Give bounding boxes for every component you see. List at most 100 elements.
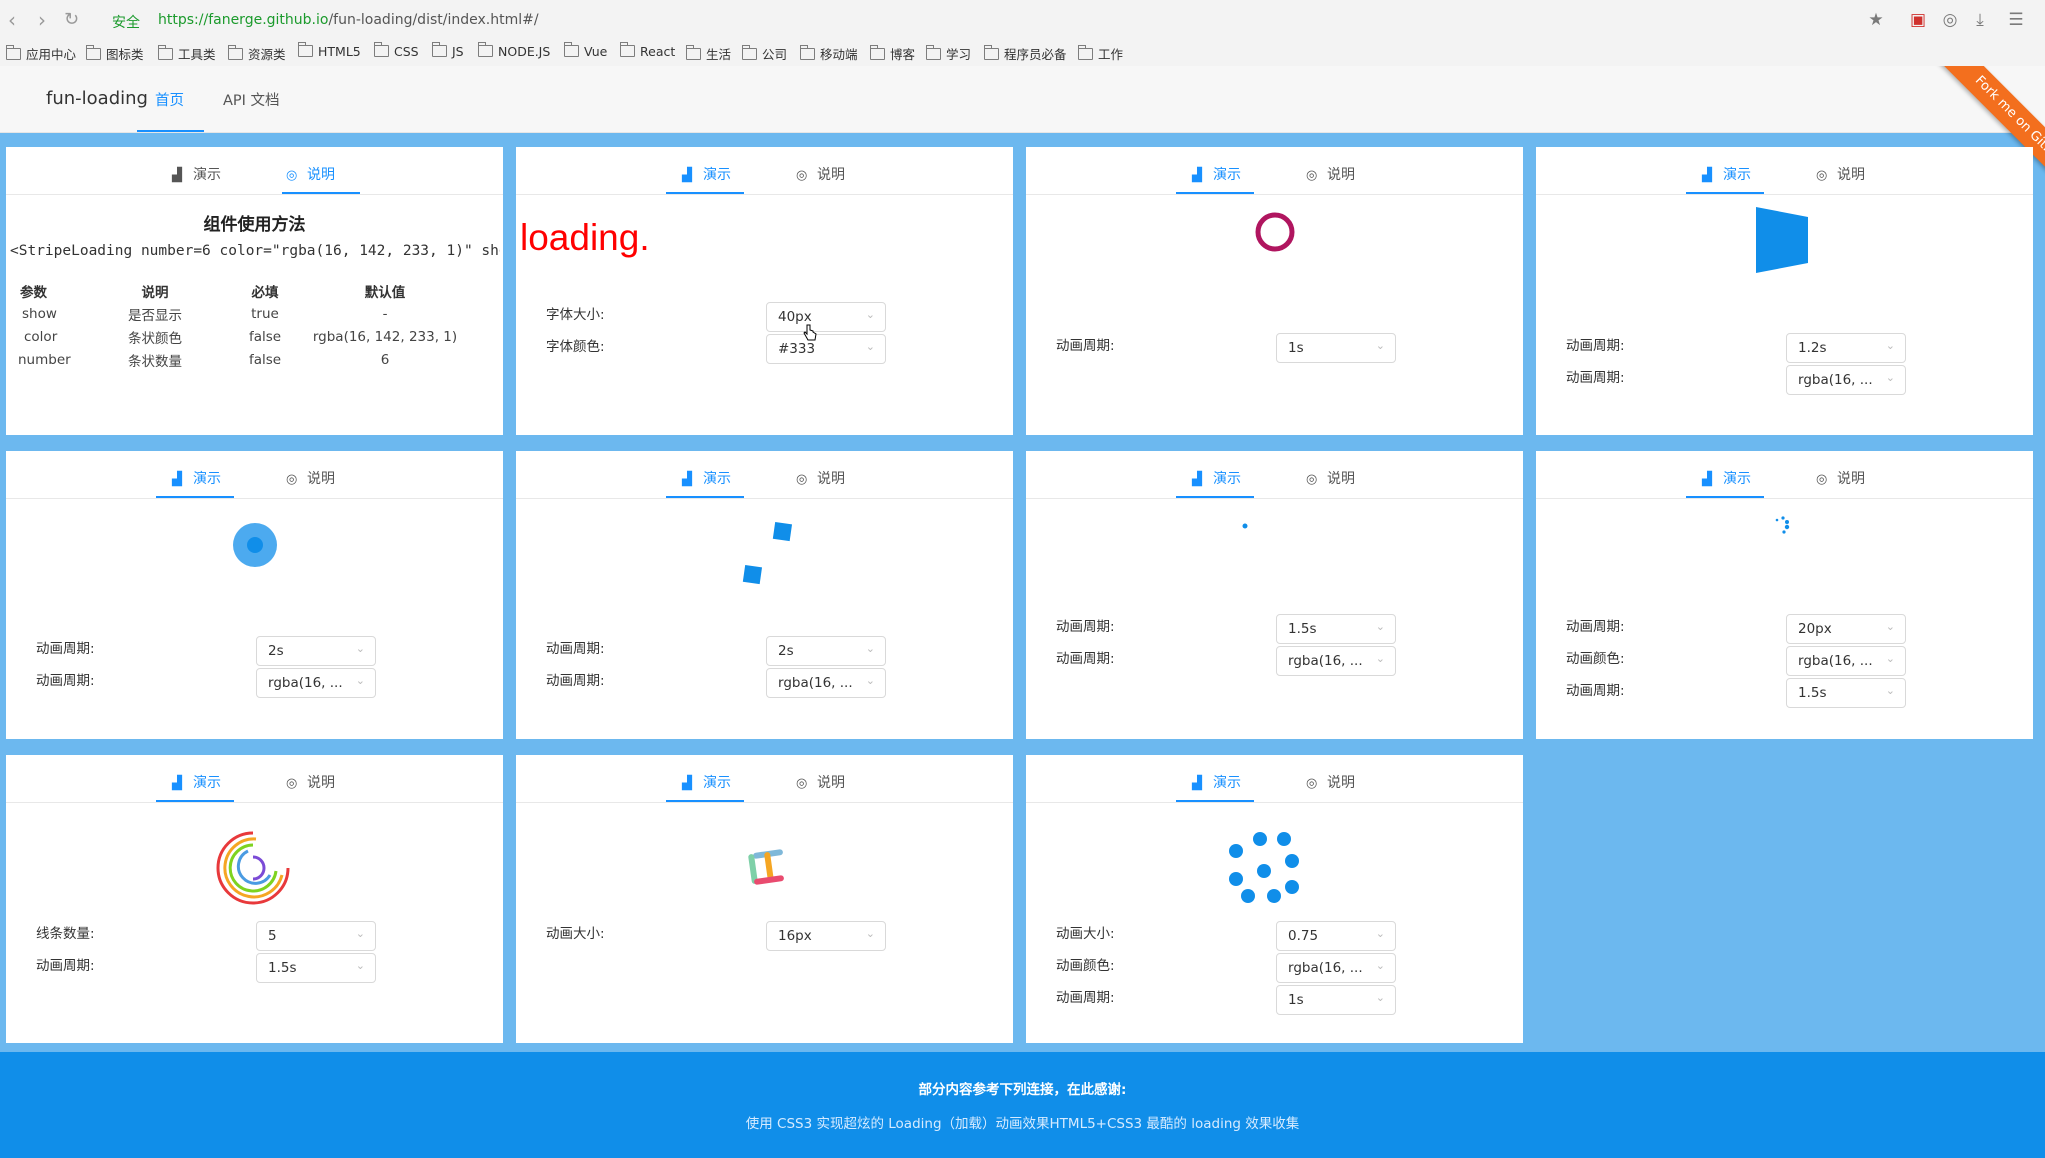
bookmark-item[interactable]: CSS bbox=[374, 42, 419, 59]
size-select[interactable]: 16px ⌄ bbox=[766, 921, 886, 951]
chevron-down-icon: ⌄ bbox=[1375, 927, 1385, 940]
tab-demo[interactable]: ▟ 演示 bbox=[1702, 164, 1751, 184]
reload-icon[interactable]: ↻ bbox=[64, 8, 79, 32]
chevron-down-icon: ⌄ bbox=[355, 642, 365, 655]
period-select[interactable]: 1s ⌄ bbox=[1276, 333, 1396, 363]
tab-doc[interactable]: ◎ 说明 bbox=[1816, 164, 1865, 184]
bookmark-item[interactable]: 移动端 bbox=[800, 44, 858, 63]
chart-icon: ▟ bbox=[682, 472, 692, 487]
chart-icon: ▟ bbox=[682, 168, 692, 183]
menu-icon[interactable]: ☰ bbox=[2006, 10, 2026, 30]
period-select[interactable]: 2s ⌄ bbox=[256, 636, 376, 666]
settings-icon: ◎ bbox=[286, 472, 298, 487]
tab-doc[interactable]: ◎ 说明 bbox=[796, 164, 845, 184]
tab-demo[interactable]: ▟ 演示 bbox=[1702, 468, 1751, 488]
field-label: 动画周期: bbox=[36, 673, 95, 689]
period-select[interactable]: 1.5s ⌄ bbox=[1276, 614, 1396, 644]
bookmark-item[interactable]: 博客 bbox=[870, 44, 915, 63]
color-select[interactable]: rgba(16, ... ⌄ bbox=[1276, 953, 1396, 983]
tab-demo[interactable]: ▟ 演示 bbox=[682, 468, 731, 488]
color-select[interactable]: rgba(16, ... ⌄ bbox=[1786, 646, 1906, 676]
settings-icon: ◎ bbox=[796, 776, 808, 791]
size-select[interactable]: 0.75 ⌄ bbox=[1276, 921, 1396, 951]
bookmark-item[interactable]: JS bbox=[432, 42, 464, 59]
color-bars-loader bbox=[748, 849, 784, 885]
back-icon[interactable]: ‹ bbox=[8, 8, 16, 32]
tab-doc[interactable]: ◎ 说明 bbox=[1306, 772, 1355, 792]
size-select[interactable]: 20px ⌄ bbox=[1786, 614, 1906, 644]
card-circle-loading: ▟ 演示 ◎ 说明 动画周期: 1s ⌄ bbox=[1026, 147, 1523, 435]
brand-logo[interactable]: fun-loading bbox=[46, 88, 148, 109]
tab-doc[interactable]: ◎ 说明 bbox=[1816, 468, 1865, 488]
card-pulse-loading: ▟ 演示 ◎ 说明 动画周期: 2s ⌄ 动画周期: rgba(16, ... ⌄ bbox=[6, 451, 503, 739]
table-header: 说明 bbox=[141, 284, 169, 301]
bookmark-item[interactable]: 工具类 bbox=[158, 44, 216, 63]
nav-api-docs[interactable]: API 文档 bbox=[223, 89, 280, 110]
bookmark-item[interactable]: NODE.JS bbox=[478, 42, 550, 59]
color-select[interactable]: rgba(16, ... ⌄ bbox=[766, 668, 886, 698]
tab-demo[interactable]: ▟ 演示 bbox=[172, 772, 221, 792]
bookmark-item[interactable]: 工作 bbox=[1078, 44, 1123, 63]
footer-links[interactable]: 使用 CSS3 实现超炫的 Loading（加载）动画效果HTML5+CSS3 … bbox=[0, 1112, 2045, 1132]
tab-demo[interactable]: ▟ 演示 bbox=[1192, 164, 1241, 184]
folder-icon bbox=[432, 42, 447, 57]
card-tabs: ▟ 演示 ◎ 说明 bbox=[516, 755, 1013, 803]
period-select[interactable]: 1.5s ⌄ bbox=[256, 953, 376, 983]
tab-doc[interactable]: ◎ 说明 bbox=[1306, 164, 1355, 184]
bookmark-item[interactable]: 生活 bbox=[686, 44, 731, 63]
color-select[interactable]: rgba(16, ... ⌄ bbox=[1276, 646, 1396, 676]
bookmark-item[interactable]: React bbox=[620, 42, 675, 59]
tab-doc[interactable]: ◎ 说明 bbox=[286, 468, 335, 488]
star-icon[interactable]: ★ bbox=[1866, 10, 1886, 30]
nav-home[interactable]: 首页 bbox=[155, 89, 184, 110]
table-cell: rgba(16, 142, 233, 1) bbox=[312, 328, 458, 345]
bookmark-item[interactable]: 学习 bbox=[926, 44, 971, 63]
card-spinner-loading: ▟ 演示 ◎ 说明 动画周期: 20px ⌄ 动画颜色: rgba(16, ... ⌄ … bbox=[1536, 451, 2033, 739]
settings-icon: ◎ bbox=[796, 472, 808, 487]
tab-demo[interactable]: ▟ 演示 bbox=[172, 468, 221, 488]
tab-demo[interactable]: ▟ 演示 bbox=[1192, 468, 1241, 488]
tab-doc[interactable]: ◎ 说明 bbox=[796, 468, 845, 488]
field-label: 动画周期: bbox=[1566, 370, 1625, 386]
download-icon[interactable]: ⤓ bbox=[1970, 10, 1990, 30]
line-count-select[interactable]: 5 ⌄ bbox=[256, 921, 376, 951]
bookmark-item[interactable]: HTML5 bbox=[298, 42, 361, 59]
tab-demo[interactable]: ▟ 演示 bbox=[172, 164, 221, 184]
field-label: 动画大小: bbox=[1056, 926, 1115, 942]
font-size-select[interactable]: 40px ⌄ bbox=[766, 302, 886, 332]
field-label: 动画周期: bbox=[36, 958, 95, 974]
bookmark-item[interactable]: 公司 bbox=[742, 44, 787, 63]
bookmark-item[interactable]: 应用中心 bbox=[6, 44, 76, 63]
translate-icon[interactable]: ◎ bbox=[1940, 10, 1960, 30]
card-tabs: ▟ 演示 ◎ 说明 bbox=[1026, 755, 1523, 803]
chart-icon: ▟ bbox=[1702, 168, 1712, 183]
font-color-select[interactable]: #333 ⌄ bbox=[766, 334, 886, 364]
tab-doc[interactable]: ◎ 说明 bbox=[286, 772, 335, 792]
color-select[interactable]: rgba(16, ... ⌄ bbox=[256, 668, 376, 698]
card-tabs: ▟ 演示 ◎ 说明 bbox=[1536, 147, 2033, 195]
tab-doc[interactable]: ◎ 说明 bbox=[286, 164, 335, 184]
color-select[interactable]: rgba(16, ... ⌄ bbox=[1786, 365, 1906, 395]
loading-text-demo: loading. bbox=[520, 217, 650, 258]
bookmark-item[interactable]: Vue bbox=[564, 42, 607, 59]
address-bar[interactable]: https://fanerge.github.io/fun-loading/di… bbox=[158, 12, 539, 28]
bookmark-item[interactable]: 图标类 bbox=[86, 44, 144, 63]
bookmark-item[interactable]: 程序员必备 bbox=[984, 44, 1067, 63]
period-select[interactable]: 2s ⌄ bbox=[766, 636, 886, 666]
field-label: 动画周期: bbox=[36, 641, 95, 657]
tab-demo[interactable]: ▟ 演示 bbox=[682, 164, 731, 184]
extension-icon[interactable]: ▣ bbox=[1908, 10, 1928, 30]
tab-demo[interactable]: ▟ 演示 bbox=[682, 772, 731, 792]
bookmarks-bar: 应用中心 图标类 工具类 资源类 HTML5 CSS JS NODE.JS Vu… bbox=[0, 40, 2045, 67]
period-select[interactable]: 1s ⌄ bbox=[1276, 985, 1396, 1015]
tab-demo[interactable]: ▟ 演示 bbox=[1192, 772, 1241, 792]
folder-icon bbox=[228, 45, 243, 60]
period-select[interactable]: 1.2s ⌄ bbox=[1786, 333, 1906, 363]
field-label: 动画周期: bbox=[1566, 619, 1625, 635]
forward-icon[interactable]: › bbox=[38, 8, 46, 32]
field-label: 动画周期: bbox=[546, 673, 605, 689]
period-select[interactable]: 1.5s ⌄ bbox=[1786, 678, 1906, 708]
tab-doc[interactable]: ◎ 说明 bbox=[796, 772, 845, 792]
bookmark-item[interactable]: 资源类 bbox=[228, 44, 286, 63]
tab-doc[interactable]: ◎ 说明 bbox=[1306, 468, 1355, 488]
